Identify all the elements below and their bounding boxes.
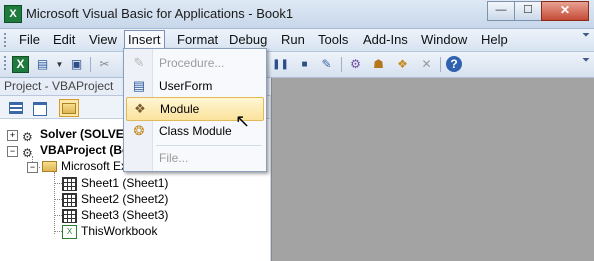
- class-module-icon: ❂: [133, 123, 145, 138]
- worksheet-icon: [62, 192, 77, 207]
- view-excel-icon[interactable]: X: [12, 56, 29, 73]
- object-browser-icon[interactable]: ❖: [394, 56, 411, 73]
- close-button[interactable]: ✕: [541, 1, 589, 21]
- properties-window-icon[interactable]: ☗: [370, 56, 387, 73]
- maximize-button[interactable]: ☐: [514, 1, 542, 21]
- tree-item-sheet2-label: Sheet2 (Sheet2): [81, 192, 169, 206]
- view-object-icon[interactable]: [30, 99, 50, 117]
- reset-icon[interactable]: ■: [296, 56, 313, 73]
- help-icon[interactable]: ?: [446, 56, 462, 72]
- tree-item-sheet3[interactable]: Sheet3 (Sheet3): [62, 207, 168, 223]
- tree-connector: [54, 199, 62, 200]
- menu-item-procedure-label: Procedure...: [159, 56, 225, 70]
- tree-item-solver[interactable]: ⚙ Solver (SOLVE: [22, 126, 124, 144]
- menu-item-procedure[interactable]: ✎ Procedure...: [126, 52, 262, 74]
- insert-userform-icon[interactable]: ▤: [34, 56, 51, 73]
- expand-solver-icon[interactable]: +: [7, 130, 18, 141]
- menu-tools[interactable]: Tools: [315, 32, 351, 48]
- toolbar-separator: [440, 57, 441, 72]
- standard-toolbar: X ▤ ▼ ▣ ✂ ❚❚ ■ ✎ ⚙ ☗ ❖ ✕ ? ⏷: [0, 52, 594, 78]
- minimize-button[interactable]: —: [487, 1, 515, 21]
- tree-item-thisworkbook-label: ThisWorkbook: [81, 224, 158, 238]
- menu-item-file-label: File...: [159, 151, 189, 165]
- save-icon[interactable]: ▣: [68, 56, 85, 73]
- tree-item-vbaproject-label: VBAProject (Bo: [40, 143, 130, 157]
- design-mode-icon[interactable]: ✎: [318, 56, 335, 73]
- menu-item-class-module-label: Class Module: [159, 124, 232, 138]
- tree-item-sheet1[interactable]: Sheet1 (Sheet1): [62, 175, 168, 191]
- worksheet-icon: [62, 176, 77, 191]
- menu-debug[interactable]: Debug: [226, 32, 270, 48]
- menu-help[interactable]: Help: [478, 32, 511, 48]
- window-title: Microsoft Visual Basic for Applications …: [26, 6, 294, 21]
- menu-format[interactable]: Format: [174, 32, 221, 48]
- menubar-overflow-icon[interactable]: ⏷: [582, 31, 590, 41]
- toolbar-overflow-icon[interactable]: ⏷: [582, 56, 590, 66]
- break-icon[interactable]: ❚❚: [272, 56, 289, 73]
- menu-separator: [156, 145, 262, 146]
- module-icon: ❖: [134, 101, 146, 116]
- project-explorer-icon[interactable]: ⚙: [347, 56, 364, 73]
- insert-dropdown-icon[interactable]: ▼: [51, 56, 68, 73]
- toolbox-icon[interactable]: ✕: [418, 56, 435, 73]
- toolbar-separator: [341, 57, 342, 72]
- menu-file[interactable]: File: [16, 32, 43, 48]
- collapse-objects-icon[interactable]: −: [27, 162, 38, 173]
- menubar-grip[interactable]: [4, 33, 9, 47]
- code-area[interactable]: [271, 78, 594, 261]
- menu-bar: File Edit View Insert Format Debug Run T…: [0, 29, 594, 52]
- insert-menu-dropdown: ✎ Procedure... ▤ UserForm ❖ Module ❂ Cla…: [123, 48, 267, 172]
- tree-connector: [54, 231, 62, 232]
- procedure-icon: ✎: [133, 55, 145, 70]
- tree-item-vbaproject[interactable]: ⚙ VBAProject (Bo: [22, 142, 130, 160]
- menu-run[interactable]: Run: [278, 32, 308, 48]
- cut-icon[interactable]: ✂: [96, 56, 113, 73]
- excel-app-icon: X: [4, 5, 22, 23]
- userform-icon: ▤: [132, 78, 146, 93]
- menu-item-file[interactable]: File...: [126, 147, 262, 169]
- worksheet-icon: [62, 208, 77, 223]
- menu-item-userform-label: UserForm: [159, 79, 213, 93]
- menu-window[interactable]: Window: [418, 32, 470, 48]
- collapse-vbaproject-icon[interactable]: −: [7, 146, 18, 157]
- toggle-folders-icon[interactable]: [59, 99, 79, 117]
- vba-project-icon: ⚙: [22, 129, 33, 144]
- toolbar-separator: [90, 57, 91, 72]
- menu-insert[interactable]: Insert: [124, 30, 165, 49]
- tree-item-sheet2[interactable]: Sheet2 (Sheet2): [62, 191, 168, 207]
- folder-icon: [42, 161, 57, 173]
- menu-view[interactable]: View: [86, 32, 120, 48]
- tree-item-solver-label: Solver (SOLVE: [40, 127, 124, 141]
- workbook-icon: X: [62, 224, 77, 239]
- menu-item-module-label: Module: [160, 102, 200, 116]
- mouse-pointer-icon: ↖: [235, 111, 251, 131]
- tree-connector: [54, 215, 62, 216]
- menu-add-ins[interactable]: Add-Ins: [360, 32, 411, 48]
- tree-item-thisworkbook[interactable]: X ThisWorkbook: [62, 223, 157, 239]
- tree-item-sheet3-label: Sheet3 (Sheet3): [81, 208, 169, 222]
- tree-connector: [54, 172, 55, 234]
- tree-connector: [54, 183, 62, 184]
- view-code-icon[interactable]: [6, 99, 26, 117]
- menu-item-userform[interactable]: ▤ UserForm: [126, 75, 262, 97]
- menu-edit[interactable]: Edit: [50, 32, 78, 48]
- title-bar: X Microsoft Visual Basic for Application…: [0, 0, 594, 29]
- toolbar-grip[interactable]: [4, 56, 9, 70]
- vba-project-icon: ⚙: [22, 145, 33, 160]
- tree-item-sheet1-label: Sheet1 (Sheet1): [81, 176, 169, 190]
